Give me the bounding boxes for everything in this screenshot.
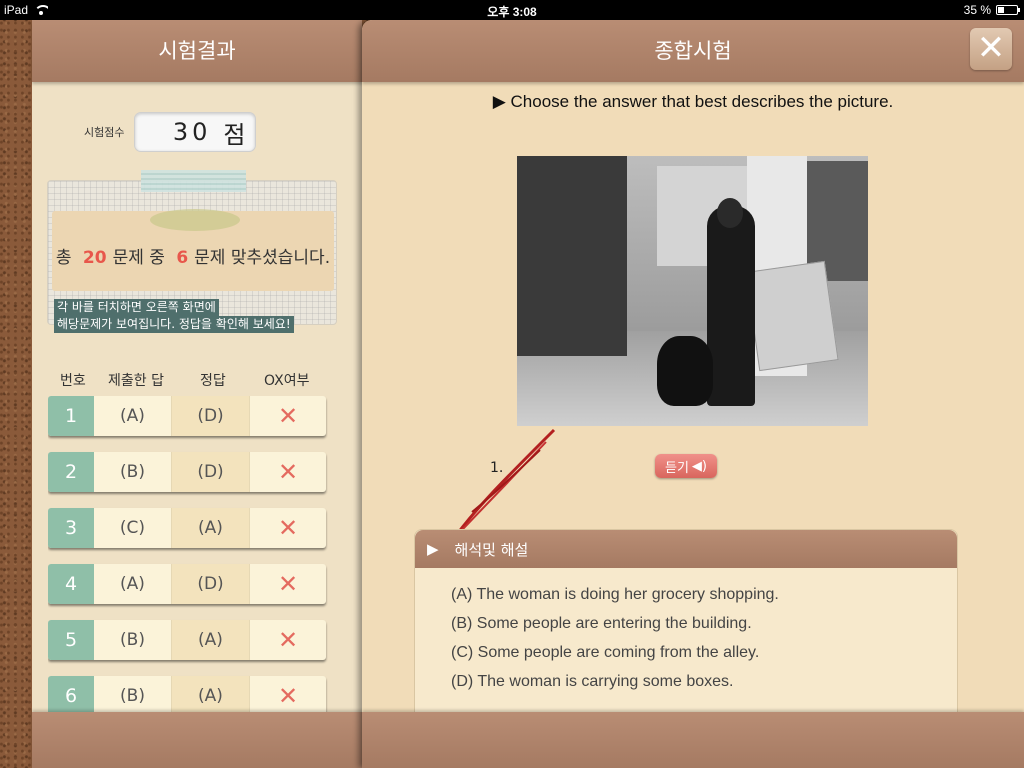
submitted-answer: (C) xyxy=(94,508,172,548)
col-header-number: 번호 xyxy=(60,373,86,389)
correct-count: 6 xyxy=(176,248,189,268)
score-box: 30 점 xyxy=(134,112,257,152)
wrong-x-icon: ✕ xyxy=(277,570,299,598)
row-number: 4 xyxy=(48,564,94,604)
wrong-x-icon: ✕ xyxy=(277,626,299,654)
answer-options: (A) The woman is doing her grocery shopp… xyxy=(415,568,957,696)
close-icon: ✕ xyxy=(976,28,1006,68)
row-number: 6 xyxy=(48,676,94,714)
results-footer xyxy=(32,712,362,768)
question-instruction: ▶ Choose the answer that best describes … xyxy=(492,92,894,111)
total-count: 20 xyxy=(82,248,107,268)
status-bar: iPad 오후 3:08 35 % xyxy=(0,0,1024,20)
submitted-answer: (A) xyxy=(94,564,172,604)
result-row-6[interactable]: 6 (B) (A) ✕ xyxy=(48,676,326,714)
submitted-answer: (B) xyxy=(94,676,172,714)
wrong-x-icon: ✕ xyxy=(277,514,299,542)
score-row: 시험점수 30 점 xyxy=(84,112,257,152)
results-title: 시험결과 xyxy=(32,20,362,82)
col-header-submitted: 제출한 답 xyxy=(108,373,164,389)
score-unit: 점 xyxy=(223,120,246,149)
score-label: 시험점수 xyxy=(84,126,125,139)
correct-answer: (D) xyxy=(172,564,250,604)
battery-percent: 35 % xyxy=(963,3,991,17)
results-list[interactable]: 1 (A) (D) ✕ 2 (B) (D) ✕ 3 (C) (A) ✕ 4 (A… xyxy=(48,396,328,714)
correct-answer: (A) xyxy=(172,620,250,660)
correct-answer: (D) xyxy=(172,396,250,436)
col-header-ox: OX여부 xyxy=(264,373,310,389)
submitted-answer: (B) xyxy=(94,620,172,660)
option-b: (B) Some people are entering the buildin… xyxy=(451,615,752,632)
summary-paper: 총 20 문제 중 6 문제 맞추셨습니다. xyxy=(52,209,334,291)
battery-icon xyxy=(996,5,1020,15)
results-column-headers: 번호 제출한 답 정답 OX여부 xyxy=(50,370,340,390)
correct-answer: (D) xyxy=(172,452,250,492)
correct-answer: (A) xyxy=(172,508,250,548)
result-row-2[interactable]: 2 (B) (D) ✕ xyxy=(48,452,326,492)
summary-note: 총 20 문제 중 6 문제 맞추셨습니다. 각 바를 터치하면 오른쪽 화면에 해… xyxy=(47,170,337,333)
hint-text: 각 바를 터치하면 오른쪽 화면에 해당문제가 보여집니다. 정답을 확인해 보… xyxy=(54,299,294,333)
explanation-header[interactable]: ▶ 해석및 해설 xyxy=(415,530,957,568)
score-value: 30 xyxy=(172,118,212,146)
speaker-icon: ◀) xyxy=(691,458,707,474)
row-number: 2 xyxy=(48,452,94,492)
result-row-5[interactable]: 5 (B) (A) ✕ xyxy=(48,620,326,660)
result-row-3[interactable]: 3 (C) (A) ✕ xyxy=(48,508,326,548)
test-title: 종합시험 xyxy=(362,20,1024,82)
listen-button[interactable]: 듣기 ◀) xyxy=(655,454,717,478)
option-c: (C) Some people are coming from the alle… xyxy=(451,644,760,661)
col-header-answer: 정답 xyxy=(200,373,226,389)
submitted-answer: (A) xyxy=(94,396,172,436)
test-footer xyxy=(362,712,1024,768)
row-number: 1 xyxy=(48,396,94,436)
results-panel: 시험결과 시험점수 30 점 총 20 문제 중 6 문제 맞추셨습니다. 각 바를… xyxy=(32,20,362,768)
summary-text: 총 20 문제 중 6 문제 맞추셨습니다. xyxy=(55,248,331,268)
row-number: 5 xyxy=(48,620,94,660)
row-number: 3 xyxy=(48,508,94,548)
status-time: 오후 3:08 xyxy=(487,5,537,19)
option-a: (A) The woman is doing her grocery shopp… xyxy=(451,586,779,603)
question-photo xyxy=(517,156,868,426)
question-number: 1. xyxy=(490,460,504,476)
correct-answer: (A) xyxy=(172,676,250,714)
explanation-title: 해석및 해설 xyxy=(454,540,529,559)
result-row-1[interactable]: 1 (A) (D) ✕ xyxy=(48,396,326,436)
test-panel: 종합시험 ✕ ▶ Choose the answer that best des… xyxy=(362,20,1024,768)
explanation-box: ▶ 해석및 해설 (A) The woman is doing her groc… xyxy=(414,529,958,719)
wrong-x-icon: ✕ xyxy=(277,682,299,710)
wrong-x-icon: ✕ xyxy=(277,458,299,486)
result-row-4[interactable]: 4 (A) (D) ✕ xyxy=(48,564,326,604)
close-button[interactable]: ✕ xyxy=(970,28,1012,70)
play-arrow-icon: ▶ xyxy=(427,540,439,558)
wrong-x-icon: ✕ xyxy=(277,402,299,430)
listen-label: 듣기 xyxy=(665,460,689,476)
option-d: (D) The woman is carrying some boxes. xyxy=(451,673,734,690)
tape-decoration xyxy=(141,170,246,192)
submitted-answer: (B) xyxy=(94,452,172,492)
